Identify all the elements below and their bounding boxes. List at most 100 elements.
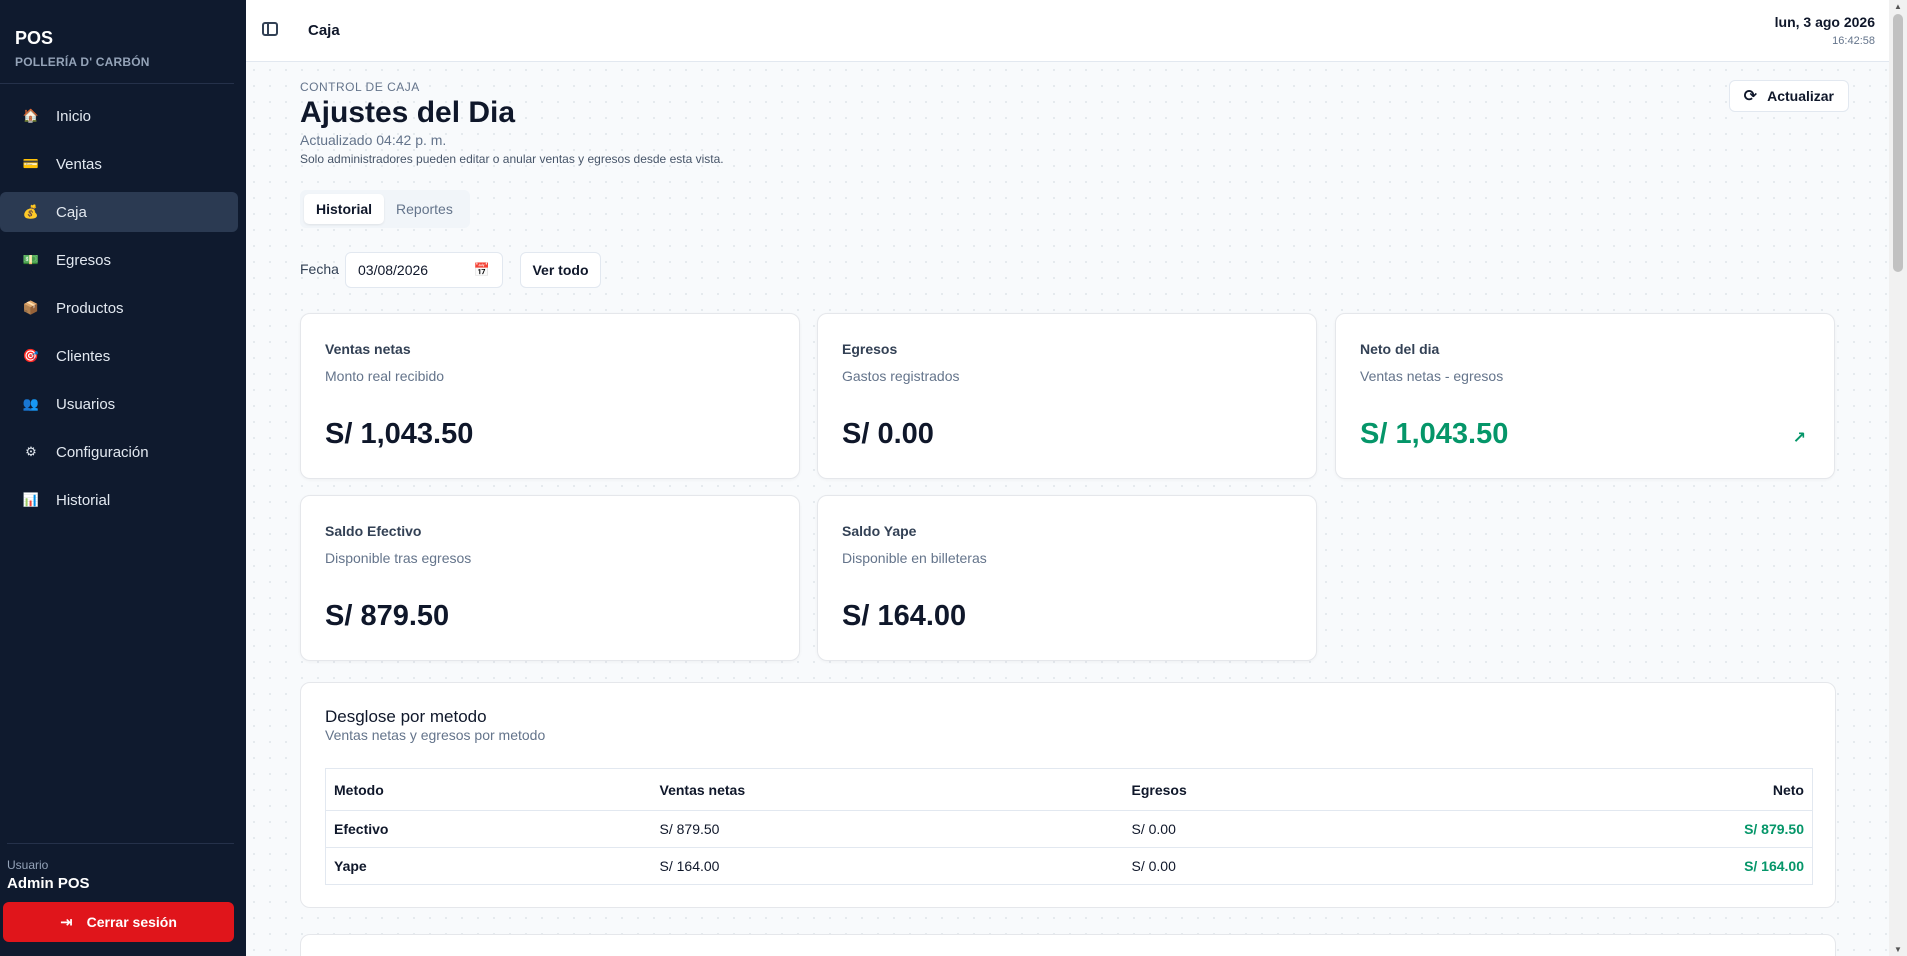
main-content: CONTROL DE CAJA Ajustes del Dia Actualiz… <box>246 62 1889 956</box>
card-title: Neto del dia <box>1360 341 1440 357</box>
sidebar-item-configuracion[interactable]: ⚙ Configuración <box>0 432 238 472</box>
table-cell: S/ 164.00 <box>659 858 720 874</box>
card-value: S/ 164.00 <box>842 600 967 632</box>
scroll-thumb[interactable] <box>1893 14 1903 272</box>
app-subtitle: POLLERÍA D' CARBÓN <box>15 55 150 69</box>
sidebar-item-label: Caja <box>56 203 87 221</box>
updated-text: Actualizado 04:42 p. m. <box>300 132 447 148</box>
sidebar-item-label: Ventas <box>56 155 102 173</box>
calendar-icon[interactable]: 📅 <box>474 262 490 278</box>
card-value: S/ 1,043.50 <box>1360 418 1509 450</box>
card-neto-del-dia: Neto del dia Ventas netas - egresos S/ 1… <box>1335 313 1835 479</box>
table-cell: S/ 0.00 <box>1131 858 1176 874</box>
topbar: Caja lun, 3 ago 2026 16:42:58 <box>246 0 1889 62</box>
table-row: Yape S/ 164.00 S/ 0.00 S/ 164.00 <box>326 848 1813 885</box>
table-cell: S/ 879.50 <box>651 810 1124 848</box>
money-bag-icon: 💰 <box>22 204 40 219</box>
refresh-button[interactable]: ⟳ Actualizar <box>1728 80 1849 112</box>
sidebar-item-usuarios[interactable]: 👥 Usuarios <box>0 384 238 424</box>
refresh-icon: ⟳ <box>1743 88 1758 105</box>
card-value: S/ 879.50 <box>325 600 450 632</box>
sidebar-item-label: Inicio <box>56 107 92 125</box>
table-cell: S/ 879.50 <box>1523 810 1813 848</box>
table-row: Efectivo S/ 879.50 S/ 0.00 S/ 879.50 <box>325 810 1813 848</box>
next-panel <box>300 934 1836 956</box>
app-title: POS <box>15 28 54 48</box>
sidebar-item-label: Configuración <box>56 443 149 461</box>
card-value: S/ 0.00 <box>842 418 934 450</box>
card-egresos: Egresos Gastos registrados S/ 0.00 <box>817 313 1317 479</box>
sidebar-item-label: Clientes <box>56 347 111 365</box>
sidebar-item-inicio[interactable]: 🏠 Inicio <box>0 96 238 136</box>
card-desc: Disponible en billeteras <box>842 550 987 566</box>
sidebar: POS POLLERÍA D' CARBÓN 🏠 Inicio 💳 Ventas… <box>0 0 246 956</box>
date-value: 03/08/2026 <box>358 262 429 278</box>
trend-up-icon: ↗ <box>1792 430 1806 447</box>
breakdown-title: Desglose por metodo <box>325 707 487 726</box>
scroll-down-icon[interactable]: ▼ <box>1894 945 1902 954</box>
sidebar-item-caja[interactable]: 💰 Caja <box>0 192 238 232</box>
date-label: Fecha <box>300 261 339 277</box>
user-block: Usuario Admin POS <box>7 843 234 892</box>
card-value: S/ 1,043.50 <box>325 418 474 450</box>
table-cell: S/ 0.00 <box>1123 810 1524 848</box>
card-desc: Disponible tras egresos <box>325 550 472 566</box>
credit-card-icon: 💳 <box>22 156 40 171</box>
topbar-time: 16:42:58 <box>1832 35 1875 47</box>
column-header: Metodo <box>325 768 652 811</box>
scroll-up-icon[interactable]: ▲ <box>1894 2 1902 11</box>
tab-list: Historial Reportes <box>300 190 470 228</box>
column-header: Neto <box>1523 768 1813 811</box>
page-eyebrow: CONTROL DE CAJA <box>300 80 420 94</box>
admin-note: Solo administradores pueden editar o anu… <box>300 152 724 166</box>
topbar-title: Caja <box>308 22 340 39</box>
scrollbar[interactable]: ▲ ▼ <box>1889 0 1907 956</box>
column-header: Ventas netas <box>651 768 1124 811</box>
breakdown-panel: Desglose por metodo Ventas netas y egres… <box>300 682 1836 908</box>
users-icon: 👥 <box>22 396 40 411</box>
sidebar-item-label: Productos <box>56 299 124 317</box>
table-header-row: Metodo Ventas netas Egresos Neto <box>325 768 1813 811</box>
logout-icon: ⇥ <box>60 914 73 931</box>
card-saldo-efectivo: Saldo Efectivo Disponible tras egresos S… <box>300 495 800 661</box>
table-cell: S/ 164.00 <box>1744 858 1804 874</box>
page-title: Ajustes del Dia <box>300 96 516 129</box>
sidebar-item-label: Egresos <box>56 251 112 269</box>
date-input[interactable]: 03/08/2026 📅 <box>345 252 503 288</box>
table-cell: Efectivo <box>325 810 652 848</box>
sidebar-item-productos[interactable]: 📦 Productos <box>0 288 238 328</box>
package-icon: 📦 <box>22 300 40 315</box>
sidebar-item-egresos[interactable]: 💵 Egresos <box>0 240 238 280</box>
logout-button[interactable]: ⇥ Cerrar sesión <box>3 902 234 942</box>
card-title: Ventas netas <box>325 341 411 357</box>
home-icon: 🏠 <box>22 108 40 123</box>
sidebar-item-ventas[interactable]: 💳 Ventas <box>0 144 238 184</box>
card-ventas-netas: Ventas netas Monto real recibido S/ 1,04… <box>300 313 800 479</box>
sidebar-item-clientes[interactable]: 🎯 Clientes <box>0 336 238 376</box>
sidebar-item-historial[interactable]: 📊 Historial <box>0 480 238 520</box>
sidebar-nav: 🏠 Inicio 💳 Ventas 💰 Caja 💵 Egresos 📦 Pro… <box>0 96 246 520</box>
card-desc: Ventas netas - egresos <box>1360 368 1504 384</box>
tab-historial[interactable]: Historial <box>304 194 385 224</box>
card-title: Saldo Efectivo <box>325 523 422 539</box>
user-name: Admin POS <box>7 875 90 892</box>
banknote-icon: 💵 <box>22 252 40 267</box>
table-cell: Yape <box>334 858 367 874</box>
target-icon: 🎯 <box>22 348 40 363</box>
card-desc: Monto real recibido <box>325 368 445 384</box>
topbar-date: lun, 3 ago 2026 <box>1774 14 1875 30</box>
brand: POS POLLERÍA D' CARBÓN <box>0 0 234 84</box>
user-label: Usuario <box>7 858 49 872</box>
sidebar-item-label: Historial <box>56 491 111 509</box>
card-desc: Gastos registrados <box>842 368 960 384</box>
refresh-label: Actualizar <box>1767 88 1834 104</box>
tab-reportes[interactable]: Reportes <box>384 194 465 224</box>
sidebar-footer: Usuario Admin POS ⇥ Cerrar sesión <box>0 843 246 956</box>
sidebar-item-label: Usuarios <box>56 395 116 413</box>
card-saldo-yape: Saldo Yape Disponible en billeteras S/ 1… <box>817 495 1317 661</box>
sidebar-toggle-icon[interactable] <box>262 22 278 36</box>
column-header: Egresos <box>1123 768 1524 811</box>
card-title: Saldo Yape <box>842 523 917 539</box>
ver-todo-button[interactable]: Ver todo <box>520 252 601 288</box>
logout-label: Cerrar sesión <box>86 914 177 930</box>
